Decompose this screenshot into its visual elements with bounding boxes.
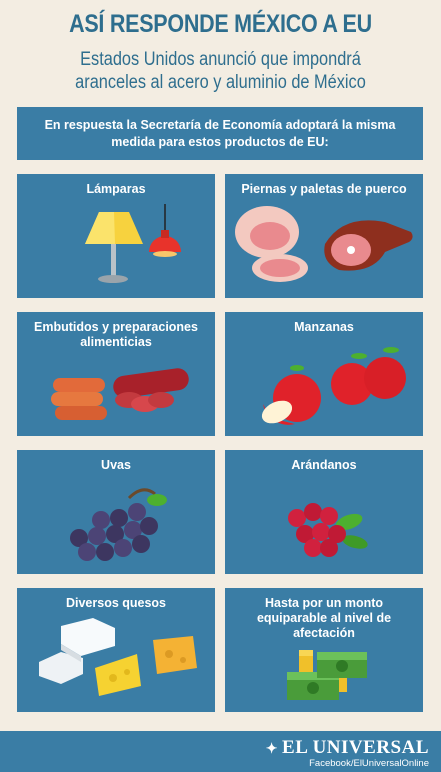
logo-text: EL UNIVERSAL bbox=[282, 737, 429, 758]
eagle-icon: ✦ bbox=[265, 742, 279, 757]
intro-banner: En respuesta la Secretaría de Economía a… bbox=[17, 107, 423, 160]
tile-label: Manzanas bbox=[294, 320, 354, 334]
brand-logo: ✦ EL UNIVERSAL bbox=[266, 737, 429, 759]
tile-label: Diversos quesos bbox=[65, 596, 167, 610]
tile-label: Hasta por un monto equiparable al nivel … bbox=[256, 596, 392, 640]
tile-manzanas: Manzanas bbox=[225, 312, 423, 436]
tile-label: Uvas bbox=[101, 458, 131, 472]
tile-lamparas: Lámparas bbox=[17, 174, 215, 298]
page-title: ASÍ RESPONDE MÉXICO A EU bbox=[69, 10, 372, 38]
footer: ✦ EL UNIVERSAL Facebook/ElUniversalOnline bbox=[0, 731, 441, 772]
tile-uvas: Uvas bbox=[17, 450, 215, 574]
social-link: Facebook/ElUniversalOnline bbox=[309, 758, 429, 769]
tile-quesos: Diversos quesos bbox=[17, 588, 215, 712]
tile-monto: Hasta por un monto equiparable al nivel … bbox=[225, 588, 423, 712]
tile-label: Lámparas bbox=[86, 182, 146, 196]
tile-label: Embutidos y preparaciones alimenticias bbox=[34, 320, 198, 349]
header: ASÍ RESPONDE MÉXICO A EU Estados Unidos … bbox=[0, 0, 441, 104]
tile-label: Arándanos bbox=[291, 458, 357, 472]
tile-arandanos: Arándanos bbox=[225, 450, 423, 574]
page-subtitle: Estados Unidos anunció que impondrá aran… bbox=[75, 49, 366, 93]
tile-piernas-puerco: Piernas y paletas de puerco bbox=[225, 174, 423, 298]
tile-embutidos: Embutidos y preparaciones alimenticias bbox=[17, 312, 215, 436]
tile-label: Piernas y paletas de puerco bbox=[241, 182, 407, 196]
